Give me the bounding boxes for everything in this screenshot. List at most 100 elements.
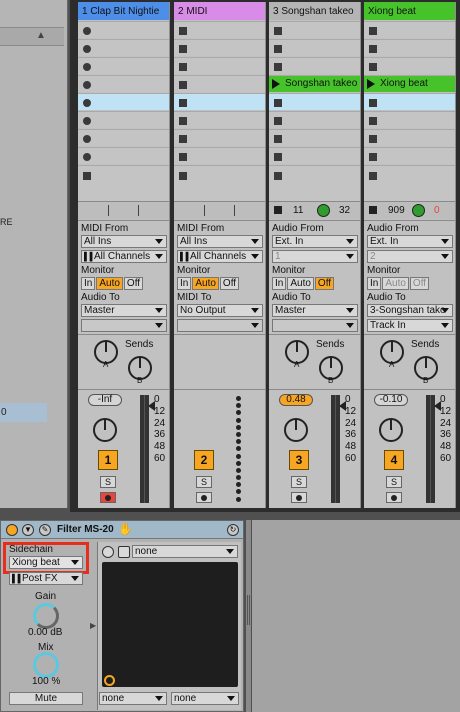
clip-slot[interactable]	[269, 129, 360, 146]
pane-toggle-icon[interactable]: ▶	[90, 621, 96, 630]
volume-value[interactable]: -0.10	[374, 394, 408, 406]
clip-stop-icon[interactable]	[179, 45, 187, 53]
clip-slot[interactable]: Songshan takeo	[269, 75, 360, 92]
xy-pad[interactable]	[102, 562, 238, 687]
clip-stop-icon[interactable]	[369, 153, 377, 161]
clip-slot[interactable]	[78, 93, 169, 110]
track-activator-button[interactable]: 2	[194, 450, 214, 470]
y-axis-dropdown[interactable]: none	[171, 692, 239, 705]
clip-slot[interactable]	[269, 57, 360, 74]
clip-slot[interactable]	[364, 147, 455, 164]
clip-slot[interactable]: Xiong beat	[364, 75, 455, 92]
clip-slot[interactable]	[174, 57, 265, 74]
clip-stop-icon[interactable]	[179, 117, 187, 125]
input-type-dropdown[interactable]: All Ins	[177, 235, 263, 248]
clip-slot[interactable]	[78, 75, 169, 92]
browser-header[interactable]	[0, 27, 64, 46]
track-activator-button[interactable]: 3	[289, 450, 309, 470]
clip-stop-icon[interactable]	[179, 172, 187, 180]
clip-slot[interactable]	[174, 165, 265, 201]
output-channel-dropdown[interactable]	[272, 319, 358, 332]
clip-stop-icon[interactable]	[369, 45, 377, 53]
clip-stop-icon[interactable]	[83, 135, 91, 143]
clip-slot[interactable]	[269, 165, 360, 201]
clip-slot[interactable]	[174, 21, 265, 38]
output-type-dropdown[interactable]: Master	[81, 304, 167, 317]
clip-slot[interactable]	[78, 111, 169, 128]
clip-slot[interactable]	[78, 129, 169, 146]
clip-slot[interactable]	[78, 39, 169, 56]
volume-value[interactable]: 0.48	[279, 394, 313, 406]
monitor-auto-button[interactable]: Auto	[287, 277, 314, 290]
track-title[interactable]: Xiong beat	[364, 2, 455, 20]
track-activator-button[interactable]: 1	[98, 450, 118, 470]
pan-knob[interactable]	[93, 418, 117, 442]
mix-dial[interactable]	[33, 652, 59, 678]
clip-stop-icon[interactable]	[179, 99, 187, 107]
clip-stop-icon[interactable]	[179, 135, 187, 143]
monitor-in-button[interactable]: In	[367, 277, 382, 290]
clip-slot[interactable]	[364, 165, 455, 201]
clip-stop-icon[interactable]	[274, 45, 282, 53]
clip-stop-icon[interactable]	[369, 172, 377, 180]
output-type-dropdown[interactable]: No Output	[177, 304, 263, 317]
input-type-dropdown[interactable]: All Ins	[81, 235, 167, 248]
clip-stop-icon[interactable]	[274, 117, 282, 125]
clip-stop-icon[interactable]	[83, 27, 91, 35]
clip-stop-icon[interactable]	[179, 81, 187, 89]
clip-slot[interactable]	[269, 93, 360, 110]
monitor-in-button[interactable]: In	[272, 277, 287, 290]
clip-slot[interactable]	[78, 57, 169, 74]
clip-stop-icon[interactable]	[274, 99, 282, 107]
solo-button[interactable]: S	[196, 476, 212, 488]
clip-slot[interactable]	[364, 57, 455, 74]
clip-stop-icon[interactable]	[369, 117, 377, 125]
clip-stop-icon[interactable]	[274, 27, 282, 35]
clip-slot[interactable]	[174, 147, 265, 164]
input-type-dropdown[interactable]: Ext. In	[272, 235, 358, 248]
xy-pad-handle[interactable]	[104, 675, 115, 686]
clip-stop-icon[interactable]	[83, 153, 91, 161]
clip-stop-icon[interactable]	[83, 45, 91, 53]
arm-button[interactable]	[196, 492, 212, 503]
clip-slot[interactable]	[269, 21, 360, 38]
clip-slot[interactable]	[174, 93, 265, 110]
clip-slot[interactable]	[78, 147, 169, 164]
clip-slot[interactable]	[269, 39, 360, 56]
clip-stop-icon[interactable]	[274, 153, 282, 161]
output-channel-dropdown[interactable]	[177, 319, 263, 332]
output-type-dropdown[interactable]: 3-Songshan tako	[367, 304, 453, 317]
clip-stop-icon[interactable]	[83, 63, 91, 71]
solo-button[interactable]: S	[100, 476, 116, 488]
clip-slot[interactable]	[269, 111, 360, 128]
sort-arrow-icon[interactable]: ▲	[36, 30, 46, 41]
monitor-in-button[interactable]: In	[177, 277, 192, 290]
clip-stop-icon[interactable]	[83, 117, 91, 125]
clip-stop-icon[interactable]	[369, 99, 377, 107]
monitor-auto-button[interactable]: Auto	[96, 277, 123, 290]
input-channel-dropdown[interactable]: 1	[272, 250, 358, 263]
save-icon[interactable]	[118, 546, 130, 558]
input-type-dropdown[interactable]: Ext. In	[367, 235, 453, 248]
monitor-in-button[interactable]: In	[81, 277, 96, 290]
clip-slot[interactable]	[269, 147, 360, 164]
solo-button[interactable]: S	[291, 476, 307, 488]
arm-button[interactable]	[100, 492, 116, 503]
clip-play-icon[interactable]	[367, 79, 375, 89]
browser-selected-row[interactable]: 0	[0, 403, 47, 422]
stop-clips-icon[interactable]	[369, 206, 377, 214]
monitor-off-button[interactable]: Off	[409, 277, 430, 290]
clip-stop-icon[interactable]	[179, 153, 187, 161]
output-channel-dropdown[interactable]	[81, 319, 167, 332]
clip-stop-icon[interactable]	[369, 63, 377, 71]
device-splitter[interactable]	[246, 520, 251, 712]
pan-knob[interactable]	[284, 418, 308, 442]
clip-stop-icon[interactable]	[83, 172, 91, 180]
clip-slot[interactable]	[364, 129, 455, 146]
clip-slot[interactable]	[364, 39, 455, 56]
clip-stop-icon[interactable]	[179, 27, 187, 35]
track-title[interactable]: 1 Clap Bit Nightie	[78, 2, 169, 20]
monitor-off-button[interactable]: Off	[314, 277, 335, 290]
solo-button[interactable]: S	[386, 476, 402, 488]
clip-stop-icon[interactable]	[179, 63, 187, 71]
